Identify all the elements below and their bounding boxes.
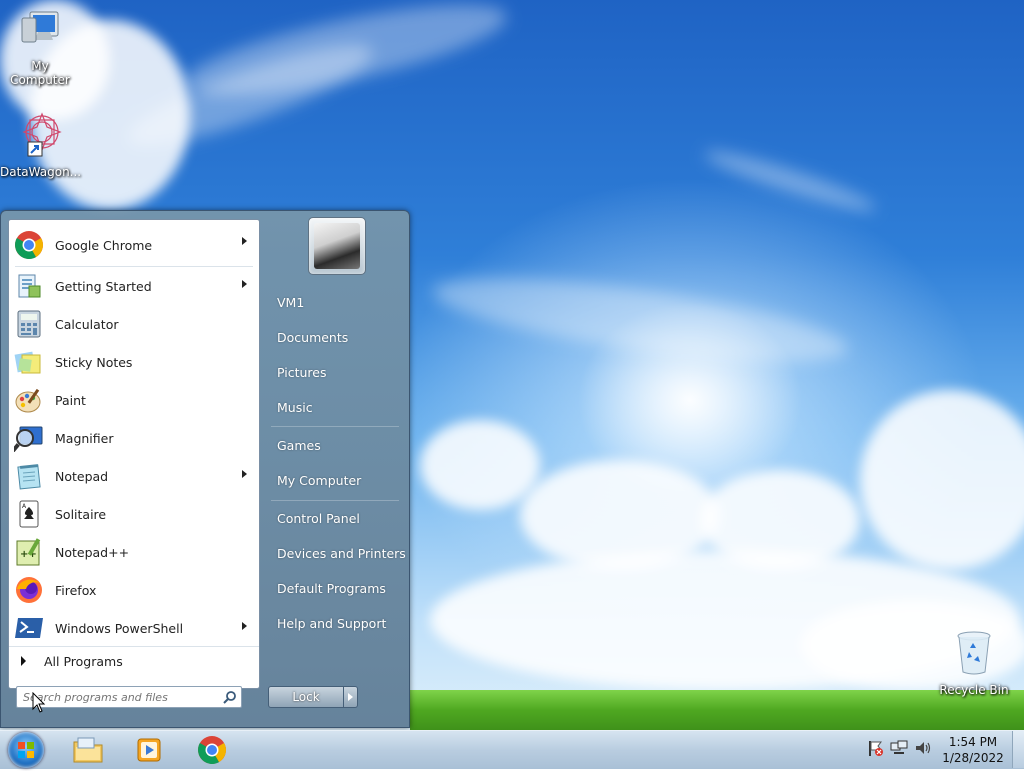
start-menu: Google Chrome Getting Started Calculator bbox=[0, 210, 410, 728]
paint-icon bbox=[13, 384, 45, 416]
submenu-arrow-icon[interactable] bbox=[242, 622, 247, 630]
chrome-icon bbox=[198, 736, 226, 764]
program-item-calculator[interactable]: Calculator bbox=[9, 305, 259, 343]
show-desktop-button[interactable] bbox=[1012, 731, 1024, 768]
program-label: Notepad++ bbox=[55, 544, 130, 560]
getting-started-icon bbox=[13, 270, 45, 302]
program-label: Magnifier bbox=[55, 430, 114, 446]
shutdown-options-button[interactable] bbox=[344, 686, 358, 708]
user-account-picture[interactable] bbox=[308, 217, 366, 275]
program-item-google-chrome[interactable]: Google Chrome bbox=[9, 224, 259, 266]
magnifier-icon bbox=[13, 422, 45, 454]
taskbar bbox=[0, 730, 1024, 769]
places-item-user-folder[interactable]: VM1 bbox=[277, 295, 304, 310]
all-programs-button[interactable]: All Programs bbox=[9, 646, 259, 675]
taskbar-clock[interactable]: 1:54 PM 1/28/2022 bbox=[935, 734, 1011, 766]
search-icon[interactable] bbox=[223, 690, 237, 704]
firefox-icon bbox=[13, 574, 45, 606]
desktop-icon-recycle-bin[interactable]: Recycle Bin bbox=[934, 630, 1014, 697]
program-label: Google Chrome bbox=[55, 237, 153, 253]
submenu-arrow-icon[interactable] bbox=[242, 280, 247, 288]
chrome-icon bbox=[13, 229, 45, 261]
program-item-notepadpp[interactable]: ++ Notepad++ bbox=[9, 533, 259, 571]
media-player-icon bbox=[137, 738, 161, 762]
program-label: Sticky Notes bbox=[55, 354, 133, 370]
start-menu-programs-pane: Google Chrome Getting Started Calculator bbox=[8, 219, 260, 689]
search-programs-input[interactable] bbox=[16, 686, 242, 708]
expand-arrow-icon bbox=[21, 656, 26, 666]
program-label: Paint bbox=[55, 392, 86, 408]
program-item-firefox[interactable]: Firefox bbox=[9, 571, 259, 609]
program-label: Solitaire bbox=[55, 506, 107, 522]
places-item-documents[interactable]: Documents bbox=[277, 330, 348, 345]
notepad-icon bbox=[13, 460, 45, 492]
lock-button[interactable]: Lock bbox=[268, 686, 344, 708]
program-label: Firefox bbox=[55, 582, 97, 598]
places-item-help-and-support[interactable]: Help and Support bbox=[277, 616, 386, 631]
desktop-icon-my-computer[interactable]: My Computer bbox=[0, 8, 80, 87]
program-item-notepad[interactable]: Notepad bbox=[9, 457, 259, 495]
action-center-flag-icon[interactable] bbox=[866, 739, 884, 757]
sticky-notes-icon bbox=[13, 346, 45, 378]
program-label: Getting Started bbox=[55, 278, 152, 294]
desktop-icon-datawagon[interactable]: DataWagon... bbox=[0, 110, 82, 179]
places-item-control-panel[interactable]: Control Panel bbox=[277, 511, 360, 526]
svg-text:++: ++ bbox=[20, 549, 37, 560]
solitaire-icon: A bbox=[13, 498, 45, 530]
program-label: Calculator bbox=[55, 316, 119, 332]
taskbar-media-player-button[interactable] bbox=[130, 733, 170, 767]
recycle-bin-icon bbox=[934, 630, 1014, 679]
divider bbox=[271, 500, 399, 501]
desktop-icon-label: Recycle Bin bbox=[939, 683, 1009, 697]
clock-time: 1:54 PM bbox=[948, 735, 998, 749]
start-button[interactable] bbox=[8, 732, 44, 768]
places-item-games[interactable]: Games bbox=[277, 438, 321, 453]
desktop-icon-label: My Computer bbox=[10, 59, 70, 87]
places-item-music[interactable]: Music bbox=[277, 400, 313, 415]
places-item-default-programs[interactable]: Default Programs bbox=[277, 581, 386, 596]
clock-date: 1/28/2022 bbox=[942, 751, 1004, 765]
places-item-devices-and-printers[interactable]: Devices and Printers bbox=[277, 546, 406, 561]
chevron-right-icon bbox=[348, 693, 353, 701]
taskbar-chrome-button[interactable] bbox=[192, 733, 232, 767]
program-item-paint[interactable]: Paint bbox=[9, 381, 259, 419]
program-item-getting-started[interactable]: Getting Started bbox=[9, 267, 259, 305]
program-item-magnifier[interactable]: Magnifier bbox=[9, 419, 259, 457]
monitor-icon bbox=[0, 8, 80, 55]
file-explorer-icon bbox=[73, 737, 103, 763]
divider bbox=[271, 426, 399, 427]
program-item-solitaire[interactable]: A Solitaire bbox=[9, 495, 259, 533]
places-item-my-computer[interactable]: My Computer bbox=[277, 473, 361, 488]
program-label: Windows PowerShell bbox=[55, 620, 184, 636]
datawagon-shortcut-icon bbox=[0, 110, 80, 161]
powershell-icon bbox=[13, 612, 45, 644]
program-label: Notepad bbox=[55, 468, 109, 484]
program-item-windows-powershell[interactable]: Windows PowerShell bbox=[9, 609, 259, 647]
program-item-sticky-notes[interactable]: Sticky Notes bbox=[9, 343, 259, 381]
notepadpp-icon: ++ bbox=[13, 536, 45, 568]
start-menu-places-pane: VM1 Documents Pictures Music Games My Co… bbox=[263, 211, 409, 729]
submenu-arrow-icon[interactable] bbox=[242, 470, 247, 478]
mouse-cursor-icon bbox=[32, 691, 46, 717]
submenu-arrow-icon[interactable] bbox=[242, 237, 247, 245]
places-item-pictures[interactable]: Pictures bbox=[277, 365, 327, 380]
grass-strip bbox=[410, 690, 1024, 730]
volume-icon[interactable] bbox=[914, 739, 932, 757]
desktop-icon-label: DataWagon... bbox=[0, 165, 82, 179]
windows-logo-icon bbox=[18, 742, 34, 758]
calculator-icon bbox=[13, 308, 45, 340]
turntable-avatar-icon bbox=[314, 223, 360, 269]
network-icon[interactable] bbox=[890, 739, 908, 757]
all-programs-label: All Programs bbox=[44, 653, 123, 669]
taskbar-file-explorer-button[interactable] bbox=[68, 733, 108, 767]
